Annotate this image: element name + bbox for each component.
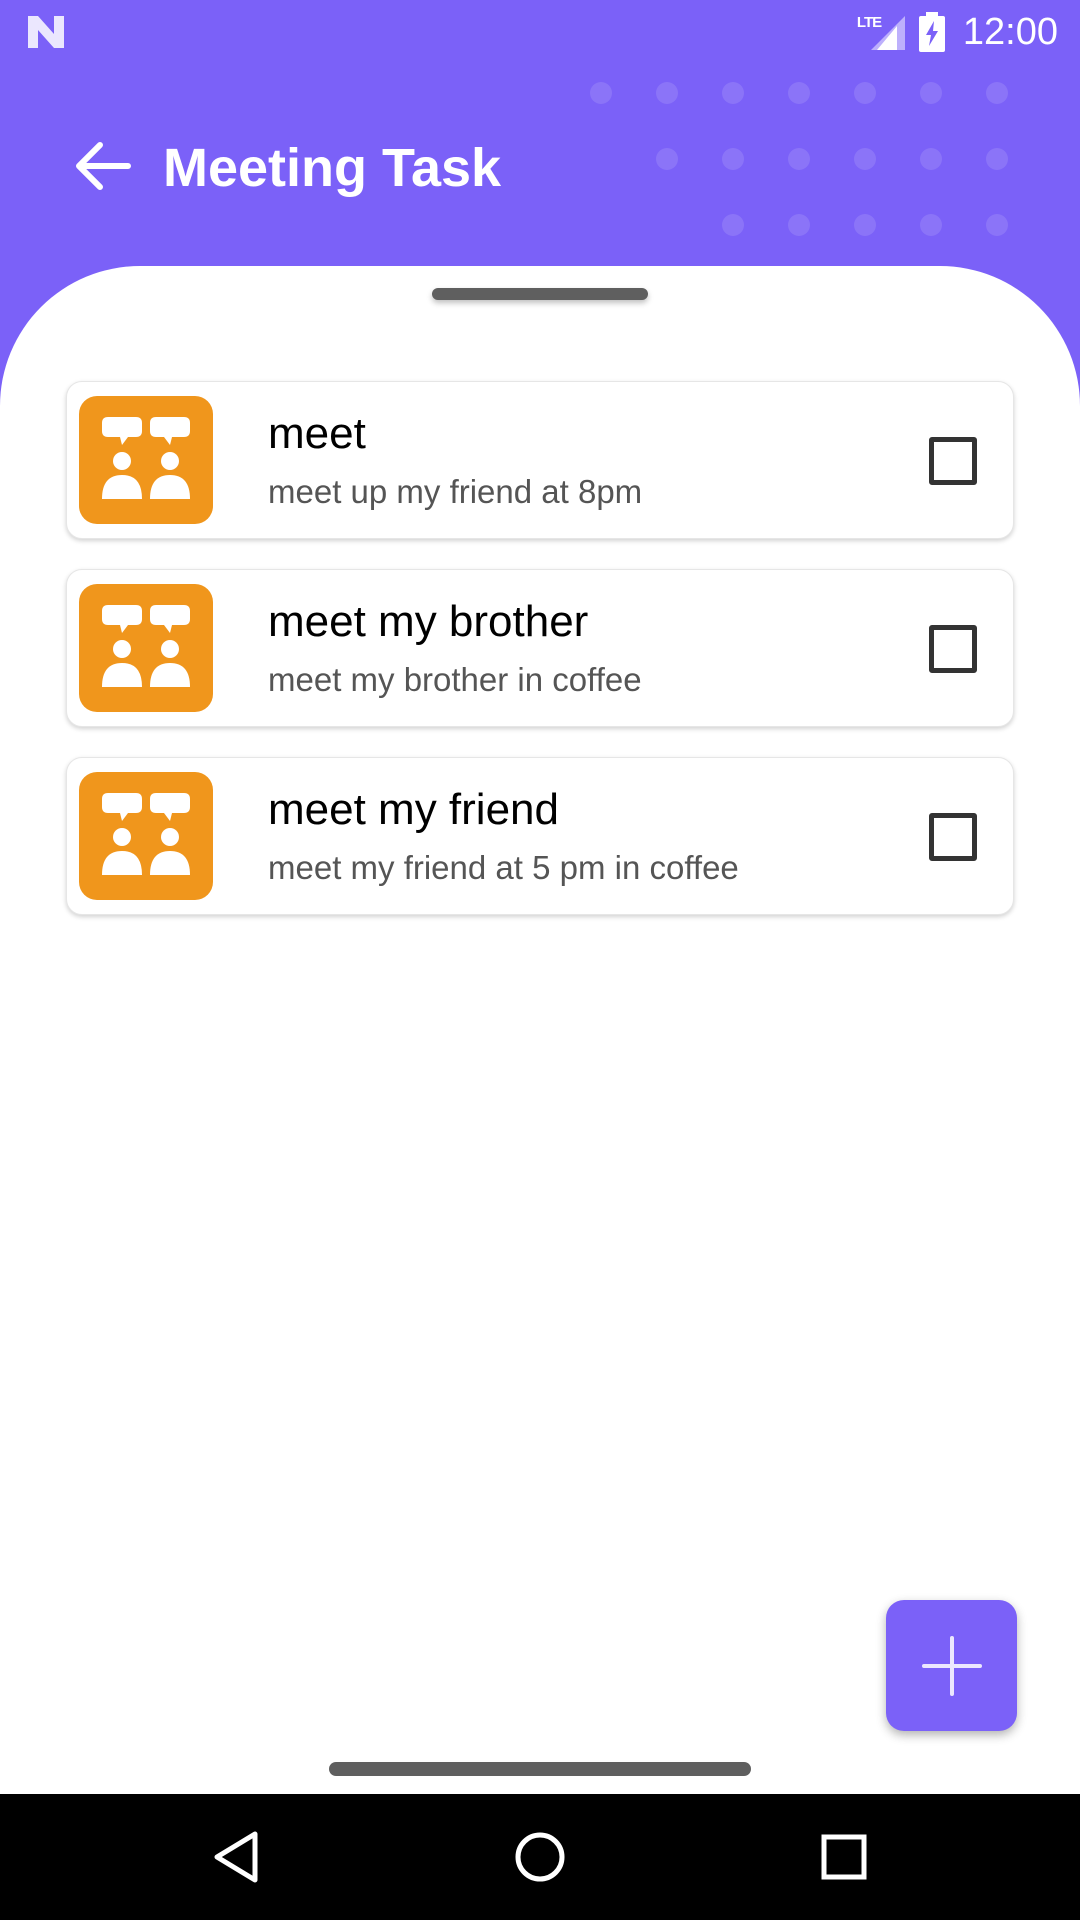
nav-recents-button[interactable] bbox=[809, 1822, 879, 1892]
nav-back-icon bbox=[214, 1831, 258, 1883]
task-title: meet my friend bbox=[268, 785, 559, 834]
sheet-drag-handle[interactable] bbox=[432, 288, 648, 300]
task-checkbox[interactable] bbox=[929, 625, 977, 673]
task-title: meet bbox=[268, 409, 366, 458]
signal-icon: LTE bbox=[857, 12, 907, 52]
add-task-button[interactable] bbox=[886, 1600, 1017, 1731]
clock: 12:00 bbox=[962, 10, 1058, 53]
task-checkbox[interactable] bbox=[929, 813, 977, 861]
nav-home-button[interactable] bbox=[505, 1822, 575, 1892]
task-sheet: meet meet up my friend at 8pm meet my br… bbox=[0, 266, 1080, 1796]
task-card[interactable]: meet meet up my friend at 8pm bbox=[66, 381, 1014, 539]
task-description: meet my brother in coffee bbox=[268, 661, 642, 698]
plus-icon bbox=[921, 1635, 982, 1696]
task-title: meet my brother bbox=[268, 597, 589, 646]
nav-home-icon bbox=[515, 1832, 565, 1882]
battery-charging-icon bbox=[918, 12, 945, 52]
task-description: meet my friend at 5 pm in coffee bbox=[268, 849, 739, 886]
meeting-people-icon bbox=[79, 772, 213, 900]
task-card[interactable]: meet my brother meet my brother in coffe… bbox=[66, 569, 1014, 727]
notification-n-icon bbox=[28, 16, 64, 48]
task-description: meet up my friend at 8pm bbox=[268, 473, 643, 510]
status-bar: LTE 12:00 bbox=[0, 0, 1080, 64]
meeting-people-icon bbox=[79, 396, 213, 524]
page-title: Meeting Task bbox=[163, 138, 502, 198]
app-header: Meeting Task bbox=[0, 64, 1080, 264]
meeting-people-icon bbox=[79, 584, 213, 712]
back-button[interactable] bbox=[66, 134, 140, 198]
nav-back-button[interactable] bbox=[201, 1822, 271, 1892]
bottom-gesture-handle[interactable] bbox=[329, 1762, 751, 1776]
arrow-back-icon bbox=[76, 142, 131, 190]
task-checkbox[interactable] bbox=[929, 437, 977, 485]
system-nav-bar bbox=[0, 1794, 1080, 1920]
task-list: meet meet up my friend at 8pm meet my br… bbox=[66, 381, 1014, 945]
task-card[interactable]: meet my friend meet my friend at 5 pm in… bbox=[66, 757, 1014, 915]
nav-recents-icon bbox=[821, 1834, 867, 1880]
